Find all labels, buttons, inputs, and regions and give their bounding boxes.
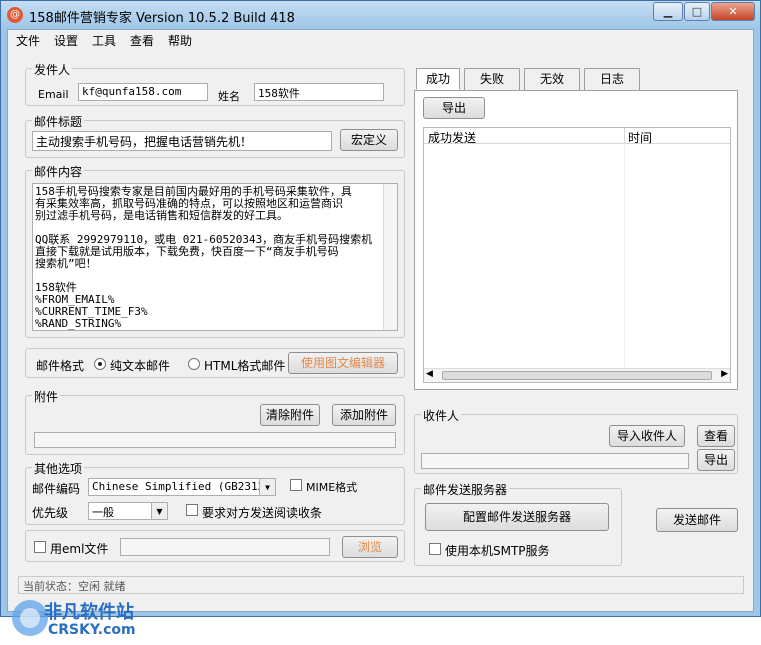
recipients-group: 收件人 导入收件人 查看 导出	[414, 407, 738, 474]
arrow-left-icon[interactable]: ◀	[426, 369, 433, 379]
column-header-success[interactable]: 成功发送	[428, 129, 476, 146]
html-format-label: HTML格式邮件	[204, 359, 286, 373]
chevron-down-icon: ▼	[259, 479, 275, 495]
tab-failed[interactable]: 失败	[464, 68, 520, 90]
list-header: 成功发送 时间	[424, 128, 730, 146]
minimize-button[interactable]: ▁	[653, 2, 683, 21]
name-label: 姓名	[218, 90, 240, 103]
format-group: 邮件格式 纯文本邮件 HTML格式邮件 使用图文编辑器	[25, 348, 405, 378]
read-receipt-checkbox[interactable]	[186, 504, 198, 516]
read-receipt-label: 要求对方发送阅读收条	[202, 506, 323, 520]
send-mail-button[interactable]: 发送邮件	[656, 508, 738, 532]
content-line: 搜索机”吧！	[35, 257, 97, 270]
client-area: 文件 设置 工具 查看 帮助 发件人 Email kf@qunfa158.com…	[7, 29, 754, 638]
content-group: 邮件内容 158手机号码搜索专家是目前国内最好用的手机号码采集软件，具 有采集效…	[25, 163, 405, 338]
eml-label: 用eml文件	[50, 542, 109, 556]
window-title: 158邮件营销专家 Version 10.5.2 Build 418	[29, 11, 295, 26]
content-scrollbar[interactable]	[383, 184, 397, 330]
content-textarea[interactable]: 158手机号码搜索专家是目前国内最好用的手机号码采集软件，具 有采集效率高，抓取…	[32, 183, 398, 331]
mime-checkbox[interactable]	[290, 479, 302, 491]
results-hscrollbar[interactable]: ◀ ▶	[424, 368, 730, 382]
email-input[interactable]: kf@qunfa158.com	[78, 83, 208, 101]
menu-tools[interactable]: 工具	[92, 32, 116, 49]
attachment-list[interactable]	[34, 432, 396, 448]
maximize-button[interactable]: □	[684, 2, 710, 21]
menu-file[interactable]: 文件	[16, 32, 40, 49]
content-line: 别过滤手机号码，是电话销售和短信群发的好工具。	[35, 209, 288, 222]
eml-checkbox[interactable]	[34, 541, 46, 553]
subject-group-label: 邮件标题	[32, 113, 85, 130]
results-panel: 成功 失败 无效 日志 导出 成功发送 时间 ◀ ▶	[414, 68, 738, 394]
configure-server-button[interactable]: 配置邮件发送服务器	[425, 503, 609, 531]
menu-help[interactable]: 帮助	[168, 32, 192, 49]
menu-bar: 文件 设置 工具 查看 帮助	[8, 30, 753, 50]
image-editor-button[interactable]: 使用图文编辑器	[288, 352, 398, 374]
subject-group: 邮件标题 主动搜索手机号码，把握电话营销先机！ 宏定义	[25, 113, 405, 158]
content-line: %RAND_STRING%	[35, 317, 122, 330]
view-recipients-button[interactable]: 查看	[697, 425, 735, 447]
scroll-thumb[interactable]	[442, 371, 712, 380]
results-list[interactable]: 成功发送 时间 ◀ ▶	[423, 127, 731, 383]
options-group: 其他选项 邮件编码 Chinese Simplified (GB2312) ▼ …	[25, 460, 405, 525]
priority-select[interactable]: 一般 ▼	[88, 502, 168, 520]
html-format-radio[interactable]	[188, 358, 200, 370]
format-label: 邮件格式	[36, 359, 85, 373]
export-results-button[interactable]: 导出	[423, 97, 485, 119]
close-button[interactable]: ✕	[711, 2, 755, 21]
eml-path-input[interactable]	[120, 538, 330, 556]
sender-group-label: 发件人	[32, 61, 73, 78]
recipients-field[interactable]	[421, 453, 689, 469]
attachment-group: 附件 清除附件 添加附件	[25, 388, 405, 455]
mail-icon: @	[7, 7, 23, 23]
sender-group: 发件人 Email kf@qunfa158.com 姓名 158软件	[25, 61, 405, 106]
encoding-label: 邮件编码	[32, 482, 81, 496]
tab-invalid[interactable]: 无效	[524, 68, 580, 90]
encoding-value: Chinese Simplified (GB2312)	[92, 480, 271, 493]
clear-attachment-button[interactable]: 清除附件	[260, 404, 320, 426]
title-bar: @ 158邮件营销专家 Version 10.5.2 Build 418 ▁ □…	[1, 1, 760, 29]
column-divider	[624, 128, 625, 144]
server-group: 邮件发送服务器 配置邮件发送服务器 使用本机SMTP服务	[414, 481, 622, 566]
browse-button[interactable]: 浏览	[342, 536, 398, 558]
recipients-group-label: 收件人	[421, 407, 462, 424]
local-smtp-checkbox[interactable]	[429, 543, 441, 555]
watermark-logo: 非凡软件站 CRSKY.com	[8, 594, 178, 642]
mime-label: MIME格式	[306, 481, 358, 494]
menu-view[interactable]: 查看	[130, 32, 154, 49]
add-attachment-button[interactable]: 添加附件	[332, 404, 396, 426]
column-header-time[interactable]: 时间	[628, 129, 652, 146]
macro-button[interactable]: 宏定义	[340, 129, 398, 151]
import-recipients-button[interactable]: 导入收件人	[609, 425, 685, 447]
app-window: @ 158邮件营销专家 Version 10.5.2 Build 418 ▁ □…	[0, 0, 761, 638]
subject-input[interactable]: 主动搜索手机号码，把握电话营销先机！	[32, 131, 332, 151]
arrow-right-icon[interactable]: ▶	[721, 369, 728, 379]
attachment-group-label: 附件	[32, 388, 61, 405]
local-smtp-label: 使用本机SMTP服务	[445, 544, 550, 558]
encoding-select[interactable]: Chinese Simplified (GB2312) ▼	[88, 478, 276, 496]
server-group-label: 邮件发送服务器	[421, 481, 510, 498]
text-format-label: 纯文本邮件	[110, 359, 171, 373]
eml-group: 用eml文件 浏览	[25, 530, 405, 562]
priority-value: 一般	[92, 506, 114, 519]
tab-log[interactable]: 日志	[584, 68, 640, 90]
tab-success[interactable]: 成功	[416, 68, 460, 90]
priority-label: 优先级	[32, 506, 69, 520]
content-line	[35, 270, 395, 282]
tab-content: 导出 成功发送 时间 ◀ ▶	[414, 90, 738, 390]
email-label: Email	[38, 88, 69, 101]
export-recipients-button[interactable]: 导出	[697, 449, 735, 471]
options-group-label: 其他选项	[32, 460, 85, 477]
column-divider	[624, 144, 625, 368]
text-format-radio[interactable]	[94, 358, 106, 370]
content-group-label: 邮件内容	[32, 163, 85, 180]
chevron-down-icon: ▼	[151, 503, 167, 519]
watermark-domain: CRSKY.com	[48, 622, 136, 638]
menu-settings[interactable]: 设置	[54, 32, 78, 49]
watermark-text: 非凡软件站	[44, 602, 134, 623]
name-input[interactable]: 158软件	[254, 83, 384, 101]
status-bar: 当前状态：空闲 就绪	[18, 576, 744, 594]
